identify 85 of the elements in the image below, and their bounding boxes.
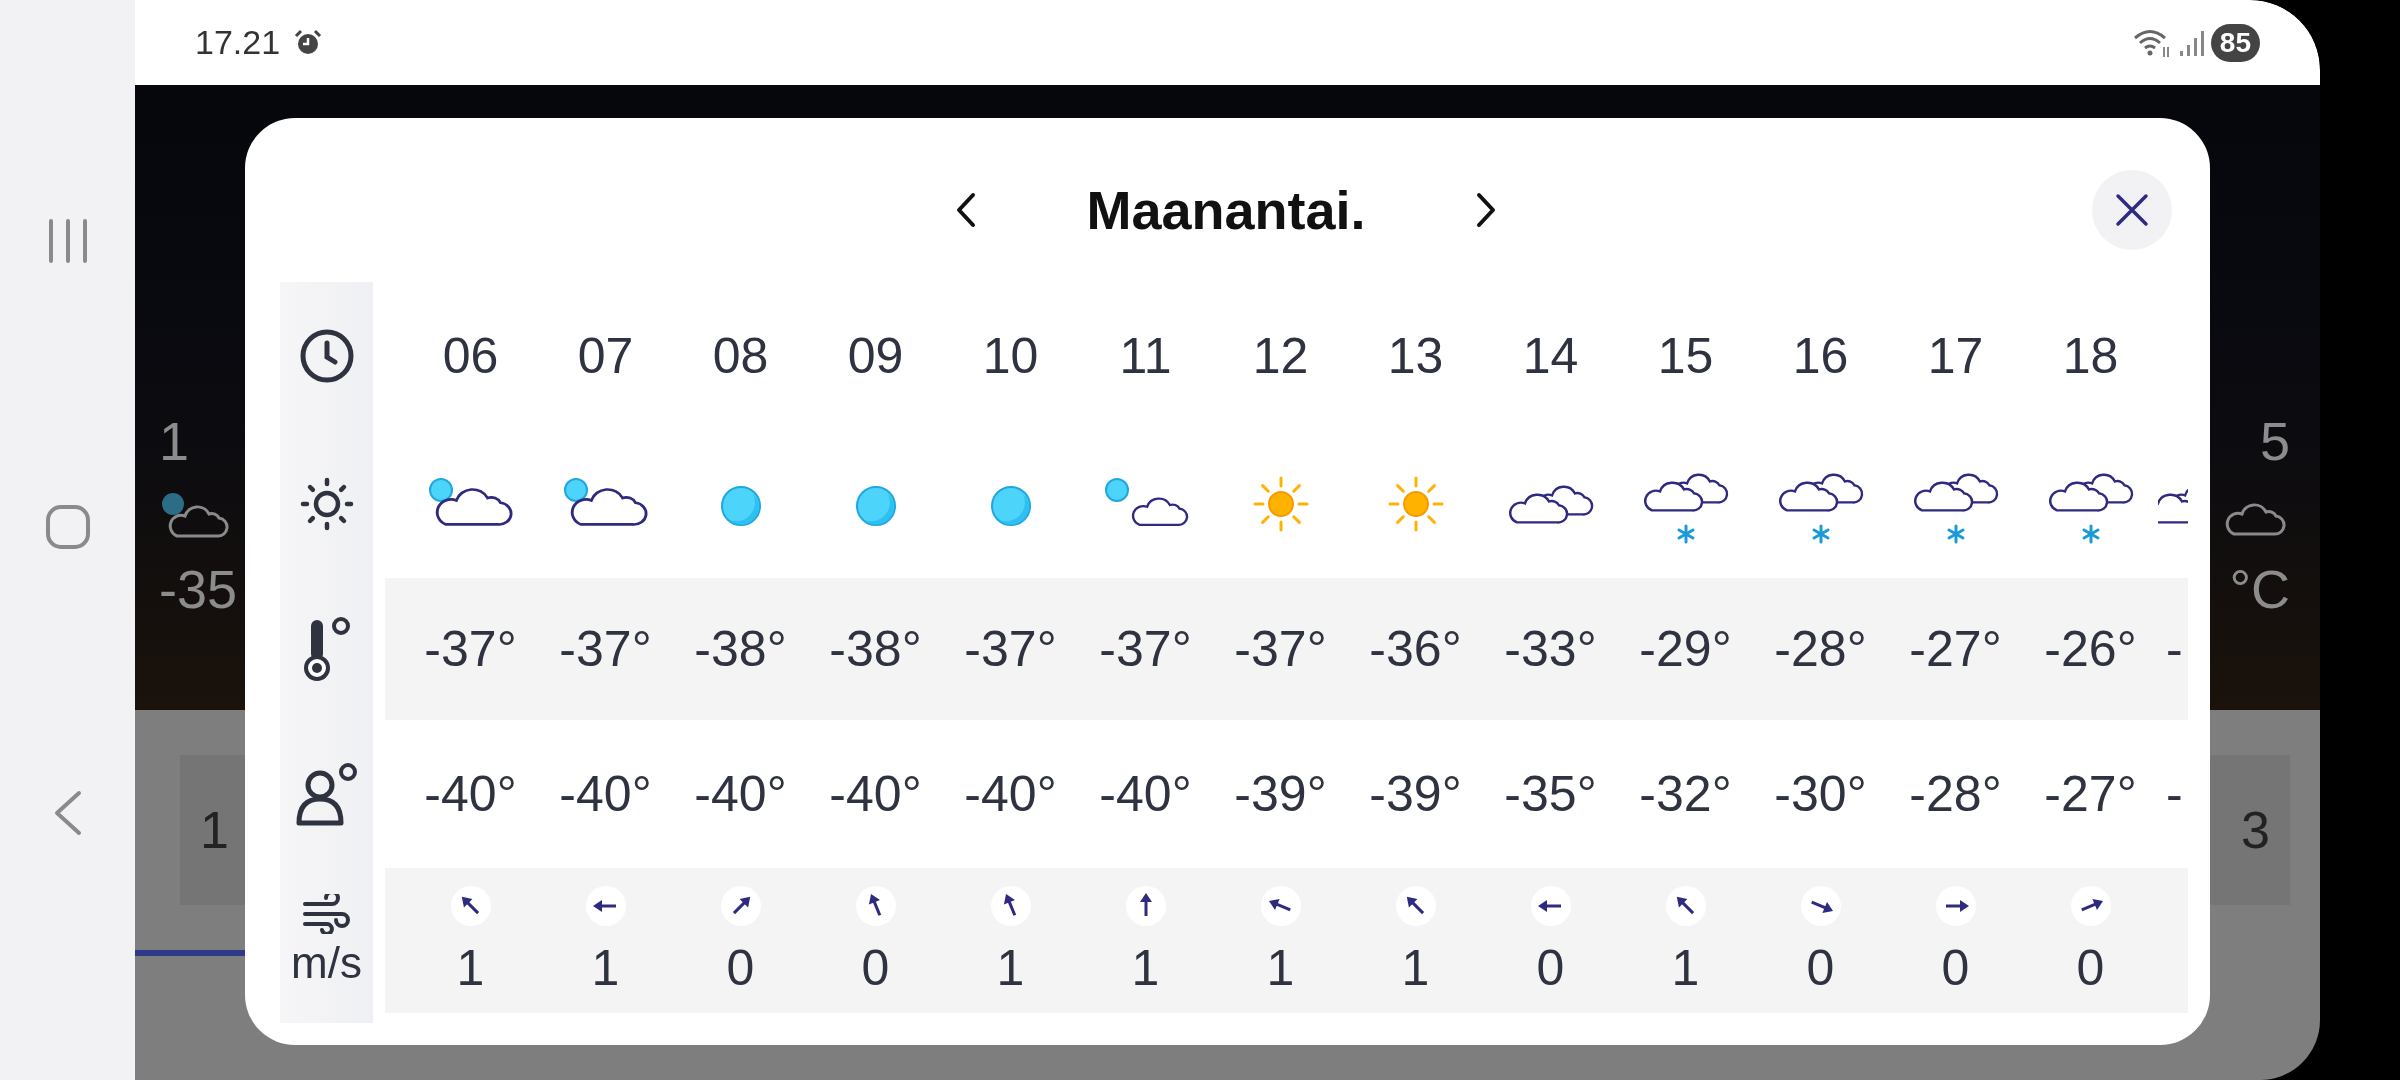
wind-speed-cell: 0 (726, 938, 755, 997)
temperature-cell-text: -29° (1638, 620, 1733, 678)
temperature-cell-text: -37° (1233, 620, 1328, 678)
wind-direction-icon (1664, 884, 1707, 927)
wind-direction-icon (1259, 884, 1302, 927)
feels-like-cell-text: -32° (1638, 765, 1733, 823)
wind-direction-icon (1799, 884, 1842, 927)
temperature-cell-text: -37° (558, 620, 653, 678)
temperature-cell-text: -27° (1908, 620, 2003, 678)
dialog-title: Maanantai. (1086, 179, 1366, 241)
wind-speed-cell: 1 (456, 938, 485, 997)
wind-speed-cell: 1 (591, 938, 620, 997)
chevron-right-icon (1474, 192, 1497, 228)
wind-direction-icon (989, 884, 1032, 927)
wind-icon (301, 893, 352, 934)
wind-direction-icon (2069, 884, 2112, 927)
status-time: 17.21 (195, 23, 281, 62)
wind-direction-icon (1934, 884, 1977, 927)
feels-like-cell-text: -35° (1503, 765, 1598, 823)
wind-speed-cell: 1 (996, 938, 1025, 997)
temperature-cell-text: -38° (693, 620, 788, 678)
wind-direction-icon (584, 884, 627, 927)
background-hour: 1 (159, 410, 191, 472)
wind-direction-icon (719, 884, 762, 927)
close-icon (2114, 192, 2150, 228)
feels-like-cell-text: -28° (1908, 765, 2003, 823)
temperature-cell-text: -26° (2043, 620, 2138, 678)
battery-indicator: 85 (2210, 23, 2260, 62)
background-temperature: -35 (159, 558, 238, 620)
temperature-cell-text: -33° (1503, 620, 1598, 678)
temperature-cell-text: -37° (963, 620, 1058, 678)
temperature-cell-text: - (2165, 620, 2183, 678)
alarm-icon (294, 28, 323, 57)
hour-cell-text: 11 (1118, 327, 1173, 385)
hour-cell-text: 13 (1386, 327, 1445, 385)
wind-speed-cell: 1 (1131, 938, 1160, 997)
wind-speed-cell: 0 (1806, 938, 1835, 997)
background-temperature: °C (2229, 558, 2290, 620)
hour-cell-text: 10 (981, 327, 1040, 385)
wind-direction-icon (449, 884, 492, 927)
wind-speed-cell: 0 (1941, 938, 1970, 997)
back-icon[interactable] (52, 790, 83, 836)
feels-like-cell-text: -39° (1233, 765, 1328, 823)
signal-icon (2178, 28, 2205, 57)
feels-like-cell-text: -40° (423, 765, 518, 823)
feels-like-cell-text: -40° (558, 765, 653, 823)
wind-direction-icon (1529, 884, 1572, 927)
feels-like-cell-text: - (2165, 765, 2183, 823)
wind-direction-icon (1124, 884, 1167, 927)
wind-speed-cell: 0 (861, 938, 890, 997)
feels-like-cell-text: -27° (2043, 765, 2138, 823)
clock-icon (298, 328, 355, 384)
hour-cell-text: 17 (1926, 327, 1985, 385)
hour-cell-text: 08 (711, 327, 770, 385)
feels-like-cell-text: -40° (828, 765, 923, 823)
hour-cell-text: 15 (1656, 327, 1715, 385)
hour-cell-text: 12 (1251, 327, 1310, 385)
home-icon[interactable] (44, 504, 91, 550)
wind-unit-label: m/s (291, 937, 362, 988)
wind-speed-cell: 1 (1266, 938, 1295, 997)
wind-speed-cell: 0 (2076, 938, 2105, 997)
wind-direction-icon (854, 884, 897, 927)
feels-like-cell-text: -30° (1773, 765, 1868, 823)
hour-cell-text: 18 (2061, 327, 2120, 385)
partly-cloudy-icon (159, 490, 229, 540)
hour-cell-text: 16 (1791, 327, 1850, 385)
temperature-cell-text: -38° (828, 620, 923, 678)
wind-speed-cell: 1 (1671, 938, 1700, 997)
temperature-cell-text: -37° (1098, 620, 1193, 678)
background-hour: 5 (2259, 410, 2290, 472)
hour-cell-text: 06 (441, 327, 500, 385)
feels-like-cell-text: -39° (1368, 765, 1463, 823)
hour-cell-text: 14 (1521, 327, 1580, 385)
temperature-cell-text: -28° (1773, 620, 1868, 678)
wind-speed-cell: 1 (1401, 938, 1430, 997)
wind-speed-cell: 0 (1536, 938, 1565, 997)
feels-like-cell-text: -40° (963, 765, 1058, 823)
feels-like-cell-text: -40° (1098, 765, 1193, 823)
wind-direction-icon (1394, 884, 1437, 927)
feels-like-cell-text: -40° (693, 765, 788, 823)
chevron-left-icon (955, 192, 978, 228)
hour-cell-text: 09 (846, 327, 905, 385)
temperature-cell-text: -37° (423, 620, 518, 678)
hour-cell-text: 07 (576, 327, 635, 385)
temperature-cell-text: -36° (1368, 620, 1463, 678)
